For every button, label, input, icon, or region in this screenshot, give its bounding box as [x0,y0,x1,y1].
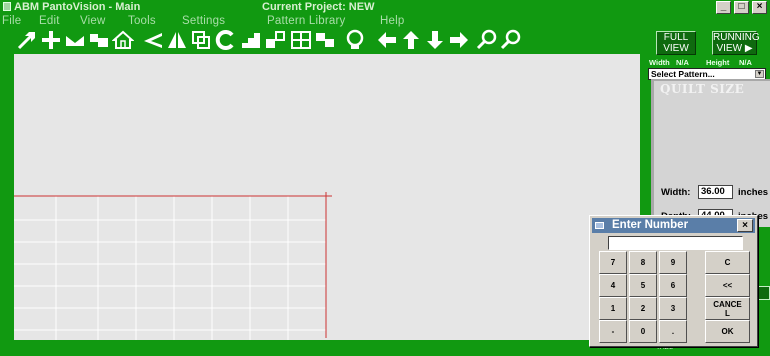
clear-button[interactable]: C [705,251,750,274]
key-2[interactable]: 2 [629,297,657,320]
home-icon[interactable] [112,29,134,51]
full-view-label-2: VIEW [663,43,689,54]
key-4[interactable]: 4 [599,274,627,297]
menu-help[interactable]: Help [380,14,404,28]
arrow-right-icon[interactable] [448,29,470,51]
running-view-button[interactable]: RUNNING VIEW ▶ [712,31,760,55]
arrow-down-icon[interactable] [424,29,446,51]
dialog-app-icon [595,222,604,229]
key-0[interactable]: 0 [629,320,657,343]
quilt-size-title: QUILT SIZE [660,82,745,96]
pattern-dimensions: Width N/A Height N/A [649,58,770,68]
chevron-down-icon[interactable]: ▼ [755,70,764,78]
lightbulb-icon[interactable] [344,29,366,51]
half-square-icon[interactable] [88,29,110,51]
dialog-title-bar[interactable]: Enter Number × [592,218,755,233]
copy-frame-icon[interactable] [190,29,212,51]
title-bar: ABM PantoVision - Main Current Project: … [0,0,770,14]
grid-split-icon[interactable] [290,29,312,51]
pattern-width-value: N/A [676,58,689,67]
wedge-icon[interactable] [142,29,164,51]
maximize-button[interactable]: □ [734,1,749,14]
current-project-label: Current Project: NEW [262,1,375,13]
running-view-label-1: RUNNING [713,32,760,43]
zoom-in-icon[interactable] [476,29,498,51]
stairs-icon[interactable] [240,29,262,51]
duplicate-icon[interactable] [264,29,286,51]
minimize-button[interactable]: _ [716,1,731,14]
key-3[interactable]: 3 [659,297,687,320]
drawing-canvas[interactable] [14,54,640,340]
pattern-height-value: N/A [739,58,752,67]
close-button[interactable]: × [752,1,767,14]
menu-tools[interactable]: Tools [128,14,156,28]
window-title: ABM PantoVision - Main [14,1,141,13]
crosshair-icon[interactable] [40,29,62,51]
key-dot[interactable]: . [659,320,687,343]
full-view-button[interactable]: FULL VIEW [656,31,696,55]
cancel-label-2: L [725,309,730,318]
key-minus[interactable]: - [599,320,627,343]
select-arrow-icon[interactable] [16,29,38,51]
ok-button[interactable]: OK [705,320,750,343]
quilt-grid [14,192,332,340]
zoom-out-icon[interactable] [500,29,522,51]
cancel-button[interactable]: CANCE L [705,297,750,320]
dialog-title: Enter Number [612,219,689,231]
number-keypad: 7 8 9 C 4 5 6 << 1 2 3 CANCE L - 0 . OK [595,251,756,345]
rotate-icon[interactable] [214,29,236,51]
key-7[interactable]: 7 [599,251,627,274]
number-input[interactable] [608,236,743,250]
menu-view[interactable]: View [80,14,106,28]
full-view-label-1: FULL [663,32,689,43]
menu-edit[interactable]: Edit [39,14,60,28]
key-9[interactable]: 9 [659,251,687,274]
key-6[interactable]: 6 [659,274,687,297]
arrow-up-icon[interactable] [400,29,422,51]
pattern-height-label: Height [706,58,730,67]
arrow-left-icon[interactable] [376,29,398,51]
key-5[interactable]: 5 [629,274,657,297]
menu-file[interactable]: File [2,14,21,28]
menu-settings[interactable]: Settings [182,14,225,28]
envelope-icon[interactable] [64,29,86,51]
key-1[interactable]: 1 [599,297,627,320]
menu-bar: File Edit View Tools Settings Pattern Li… [0,14,770,28]
mirror-icon[interactable] [166,29,188,51]
key-8[interactable]: 8 [629,251,657,274]
block-icon[interactable] [314,29,336,51]
pattern-select-value: Select Pattern... [651,69,715,79]
quilt-width-input[interactable]: 36.00 [698,185,733,199]
menu-pattern-library[interactable]: Pattern Library [267,14,345,28]
enter-number-dialog: Enter Number × 7 8 9 C 4 5 6 << 1 2 3 CA… [589,215,758,347]
running-view-label-2: VIEW ▶ [716,43,753,54]
dialog-close-button[interactable]: × [737,219,753,232]
quilt-width-label: Width: [661,187,691,198]
quilt-width-unit: inches [738,187,769,198]
toolbar [0,28,640,52]
app-logo-icon [3,2,11,11]
cancel-label-1: CANCE [713,300,742,309]
pattern-width-label: Width [649,58,670,67]
app-window: ABM PantoVision - Main Current Project: … [0,0,770,356]
quilt-size-panel: QUILT SIZE Width: 36.00 inches Depth: 44… [651,79,770,227]
backspace-button[interactable]: << [705,274,750,297]
